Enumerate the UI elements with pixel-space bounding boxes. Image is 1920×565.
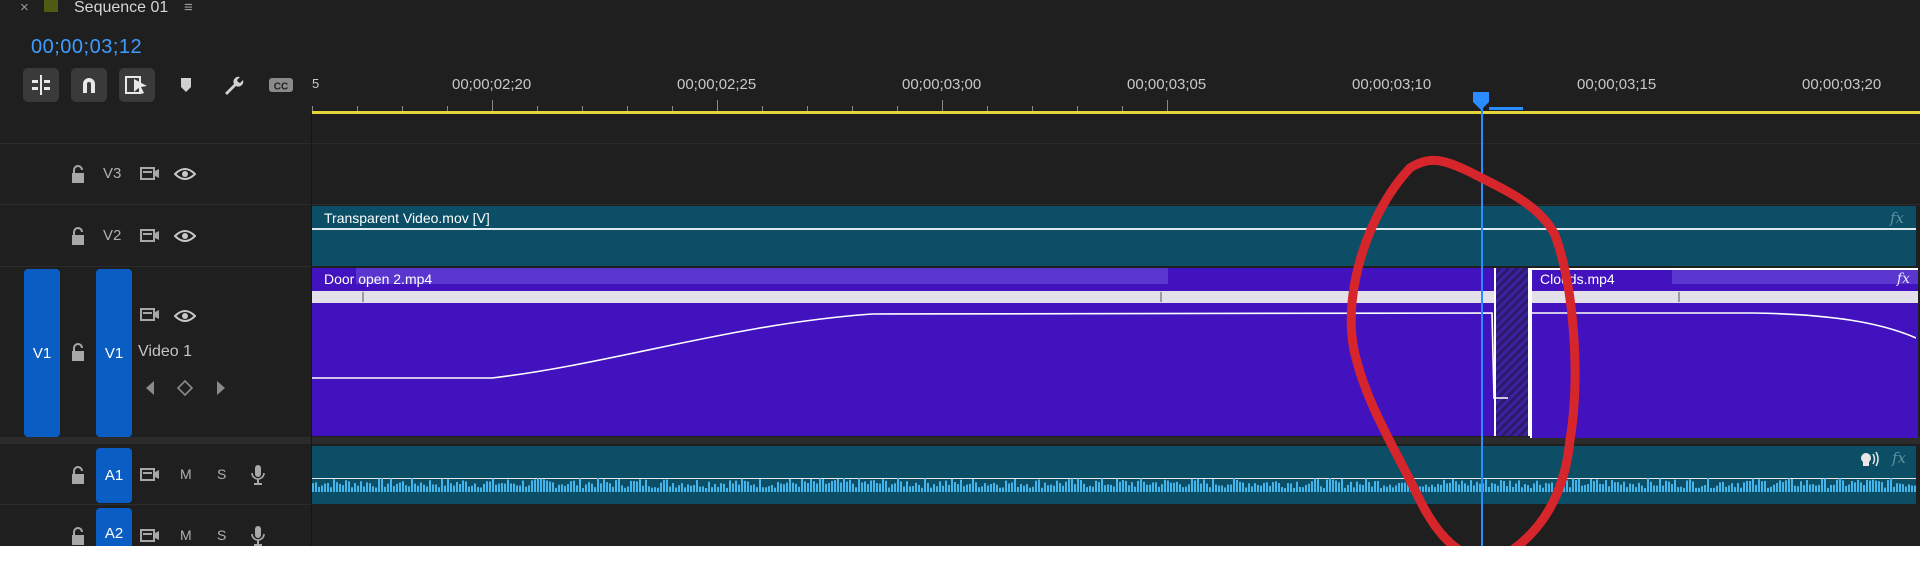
- ruler-label: 00;00;02;25: [677, 76, 757, 93]
- next-keyframe-icon[interactable]: [215, 380, 227, 396]
- red-annotation-circle: [1346, 155, 1580, 546]
- solo-button-a2[interactable]: S: [217, 527, 226, 543]
- voice-audio-icon[interactable]: [1860, 451, 1880, 467]
- playhead-timecode[interactable]: 00;00;03;12: [31, 36, 142, 59]
- captions-cc-icon: CC: [269, 78, 293, 93]
- work-area-bar[interactable]: [312, 111, 1920, 114]
- time-ruler[interactable]: 5 00;00;02;20 00;00;02;25 00;00;03;00 00…: [312, 60, 1920, 116]
- fx-badge[interactable]: fx: [1892, 449, 1906, 467]
- track-name-video-1[interactable]: Video 1: [138, 343, 192, 361]
- eye-icon[interactable]: [174, 167, 196, 181]
- eye-icon[interactable]: [174, 309, 196, 323]
- snap-toggle-button[interactable]: [71, 68, 107, 102]
- timeline-settings-wrench-icon: [225, 76, 244, 95]
- panel-menu-icon[interactable]: ≡: [184, 0, 193, 17]
- ruler-label: 00;00;03;05: [1127, 76, 1207, 93]
- ruler-label: 00;00;03;10: [1352, 76, 1432, 93]
- lock-icon[interactable]: [70, 226, 86, 246]
- ruler-label: 00;00;03;15: [1577, 76, 1657, 93]
- audio-waveform: [312, 478, 1916, 492]
- ruler-label-fragment: 5: [312, 76, 320, 91]
- snap-magnet-icon: [83, 78, 95, 93]
- sync-lock-icon[interactable]: [140, 467, 160, 483]
- insert-nest-toggle-button[interactable]: [23, 68, 59, 102]
- clip-audio-a1[interactable]: fx: [312, 446, 1916, 504]
- solo-button-a1[interactable]: S: [217, 466, 226, 482]
- eye-icon[interactable]: [174, 229, 196, 243]
- timeline-panel: × Sequence 01 ≡ 00;00;03;12 CC 5 00;00;0…: [0, 0, 1920, 546]
- lock-icon[interactable]: [70, 164, 86, 184]
- lock-icon[interactable]: [70, 342, 86, 362]
- sync-lock-icon[interactable]: [140, 228, 160, 244]
- track-target-a2[interactable]: A2: [96, 508, 132, 546]
- timeline-settings-button[interactable]: [218, 70, 248, 100]
- captions-button[interactable]: CC: [266, 70, 296, 100]
- video-audio-divider[interactable]: [0, 437, 1920, 444]
- lock-icon[interactable]: [70, 526, 86, 546]
- mute-button-a1[interactable]: M: [180, 466, 192, 482]
- sequence-label-color: [44, 0, 58, 12]
- linked-selection-icon: [125, 76, 147, 94]
- add-keyframe-icon[interactable]: [176, 379, 194, 397]
- clip-name: Transparent Video.mov [V]: [324, 210, 490, 226]
- add-marker-icon: [181, 78, 191, 92]
- sequence-tab-title[interactable]: Sequence 01: [74, 0, 168, 17]
- linked-selection-toggle-button[interactable]: [119, 68, 155, 102]
- microphone-icon[interactable]: [250, 464, 266, 486]
- clip-transparent-video[interactable]: Transparent Video.mov [V] fx: [312, 206, 1916, 266]
- sync-lock-icon[interactable]: [140, 166, 160, 182]
- sync-lock-icon[interactable]: [140, 307, 160, 323]
- fx-badge[interactable]: fx: [1890, 209, 1904, 227]
- track-label-v3[interactable]: V3: [103, 165, 121, 182]
- track-target-v1[interactable]: V1: [96, 269, 132, 437]
- add-marker-button[interactable]: [171, 70, 201, 100]
- track-target-a1[interactable]: A1: [96, 448, 132, 503]
- lock-icon[interactable]: [70, 465, 86, 485]
- mute-button-a2[interactable]: M: [180, 527, 192, 543]
- microphone-icon[interactable]: [250, 525, 266, 546]
- ruler-label: 00;00;03;20: [1802, 76, 1882, 93]
- previous-keyframe-icon[interactable]: [144, 380, 156, 396]
- close-tab-icon[interactable]: ×: [20, 0, 29, 16]
- track-label-v2[interactable]: V2: [103, 227, 121, 244]
- source-patch-v1[interactable]: V1: [24, 269, 60, 437]
- insert-nest-icon: [32, 75, 50, 95]
- opacity-keyframe-line[interactable]: [312, 268, 1916, 438]
- track-a2-area[interactable]: [312, 506, 1916, 546]
- playhead-handle[interactable]: [1470, 92, 1534, 116]
- captions-cc-label: CC: [274, 82, 288, 93]
- sync-lock-icon[interactable]: [140, 528, 160, 544]
- ruler-label: 00;00;03;00: [902, 76, 982, 93]
- ruler-label: 00;00;02;20: [452, 76, 532, 93]
